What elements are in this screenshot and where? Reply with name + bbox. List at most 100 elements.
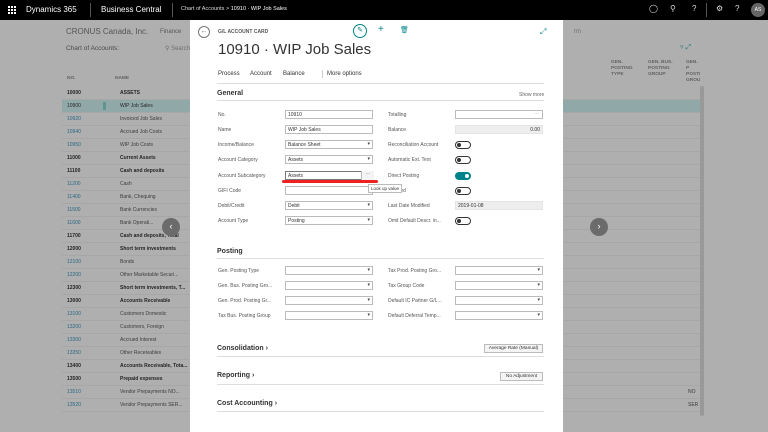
caret-down-icon: ▾	[367, 156, 370, 162]
field-label: Totalling	[388, 112, 407, 118]
section-consolidation-label: Consolidation	[217, 345, 264, 352]
caret-down-icon: ▾	[367, 217, 370, 223]
divider	[217, 356, 544, 357]
field-input[interactable]	[285, 186, 373, 195]
field-input[interactable]: Assets	[285, 171, 373, 180]
app-name[interactable]: Business Central	[101, 5, 161, 14]
divider	[217, 411, 544, 412]
section-reporting-label: Reporting	[217, 372, 251, 379]
section-general[interactable]: General	[217, 90, 243, 97]
divider	[172, 3, 173, 17]
divider	[217, 258, 544, 259]
field-input[interactable]: ···	[455, 110, 543, 119]
field-input[interactable]: ▾	[285, 281, 373, 290]
field-label: Balance	[388, 127, 407, 133]
expand-icon: ⤢	[540, 27, 547, 36]
section-reporting[interactable]: Reporting ›	[217, 372, 254, 379]
caret-down-icon: ▾	[367, 267, 370, 273]
lookup-button[interactable]: ···	[361, 171, 374, 180]
field-input[interactable]: ▾	[455, 296, 543, 305]
tooltip: Look up value	[368, 184, 403, 193]
arrow-left-icon: ←	[200, 28, 208, 35]
toggle-switch[interactable]	[455, 187, 471, 195]
brand-name[interactable]: Dynamics 365	[26, 5, 77, 14]
caret-down-icon: ▾	[367, 312, 370, 318]
previous-record-button[interactable]: ‹	[162, 218, 180, 236]
action-more-options[interactable]: More options	[327, 71, 362, 77]
action-balance[interactable]: Balance	[283, 71, 305, 77]
field-value: Debit	[288, 203, 300, 209]
field-label: Debit/Credit	[218, 203, 245, 209]
caret-down-icon: ▾	[367, 202, 370, 208]
field-value: WIP Job Sales	[288, 127, 321, 133]
expand-button[interactable]: ⤢	[540, 27, 546, 37]
delete-button[interactable]: 🗑	[400, 26, 409, 34]
divider	[217, 384, 544, 385]
field-label: Account Subcategory	[218, 173, 266, 179]
field-value: Posting	[288, 218, 305, 224]
breadcrumb-parent[interactable]: Chart of Accounts	[181, 6, 224, 12]
field-label: Gen. Prod. Posting Gr...	[218, 298, 272, 304]
new-button[interactable]: +	[378, 24, 384, 35]
field-input[interactable]: Balance Sheet ▾	[285, 140, 373, 149]
reporting-summary[interactable]: No Adjustment	[500, 372, 543, 381]
field-input: 2019-01-08	[455, 201, 543, 210]
field-input[interactable]: WIP Job Sales	[285, 125, 373, 134]
edit-button[interactable]: ✎	[353, 24, 367, 38]
field-label: Account Category	[218, 157, 258, 163]
top-bar: Dynamics 365 Business Central Chart of A…	[0, 0, 768, 20]
toggle-switch[interactable]	[455, 172, 471, 180]
avatar[interactable]: AS	[751, 3, 765, 17]
app-launcher-icon[interactable]	[8, 6, 16, 14]
divider	[217, 100, 544, 101]
breadcrumb-current: 10910 · WIP Job Sales	[230, 6, 287, 12]
lightbulb-icon[interactable]: ◯	[649, 4, 658, 13]
divider	[706, 3, 707, 17]
field-label: Account Type	[218, 218, 249, 224]
field-input[interactable]: Debit ▾	[285, 201, 373, 210]
toggle-switch[interactable]	[455, 156, 471, 164]
field-input[interactable]: 10910	[285, 110, 373, 119]
field-input[interactable]: Assets ▾	[285, 155, 373, 164]
back-button[interactable]: ←	[198, 26, 210, 38]
field-input[interactable]: ▾	[455, 281, 543, 290]
field-label: Gen. Posting Type	[218, 268, 260, 274]
chevron-right-icon: ›	[597, 221, 601, 231]
highlight-annotation	[282, 180, 378, 183]
chevron-right-icon: ›	[263, 345, 268, 352]
caret-down-icon: ▾	[537, 297, 540, 303]
field-label: Omit Default Descr. in...	[388, 218, 441, 224]
chevron-right-icon: ›	[272, 400, 278, 407]
action-process[interactable]: Process	[218, 71, 240, 77]
field-label: Automatic Ext. Text	[388, 157, 431, 163]
field-input[interactable]: Posting ▾	[285, 216, 373, 225]
field-label: Income/Balance	[218, 142, 254, 148]
section-cost-accounting-label: Cost Accounting	[217, 400, 273, 407]
field-input[interactable]: ▾	[455, 266, 543, 275]
field-label: No.	[218, 112, 226, 118]
section-cost-accounting[interactable]: Cost Accounting ›	[217, 400, 277, 407]
field-input[interactable]: ▾	[285, 266, 373, 275]
toggle-switch[interactable]	[455, 141, 471, 149]
action-account[interactable]: Account	[250, 71, 272, 77]
gear-icon[interactable]: ⚙	[716, 4, 723, 13]
field-input[interactable]: ▾	[455, 311, 543, 320]
section-consolidation[interactable]: Consolidation ›	[217, 345, 268, 352]
trash-icon: 🗑	[400, 27, 409, 34]
field-label: Tax Bus. Posting Group	[218, 313, 271, 319]
field-input[interactable]: ▾	[285, 296, 373, 305]
field-value: 2019-01-08	[458, 203, 484, 209]
chevron-left-icon: ‹	[169, 221, 173, 231]
toggle-switch[interactable]	[455, 217, 471, 225]
next-record-button[interactable]: ›	[590, 218, 608, 236]
consolidation-summary[interactable]: Average Rate (Manual)	[484, 344, 543, 353]
caret-down-icon: ▾	[367, 297, 370, 303]
caret-down-icon: ▾	[367, 141, 370, 147]
field-input[interactable]: ▾	[285, 311, 373, 320]
question-icon[interactable]: ?	[692, 4, 696, 13]
show-more-link[interactable]: Show more	[519, 92, 544, 98]
help-icon[interactable]: ?	[735, 4, 739, 13]
search-icon[interactable]: ⚲	[670, 4, 676, 13]
field-value: Balance Sheet	[288, 142, 321, 148]
section-posting[interactable]: Posting	[217, 248, 243, 255]
